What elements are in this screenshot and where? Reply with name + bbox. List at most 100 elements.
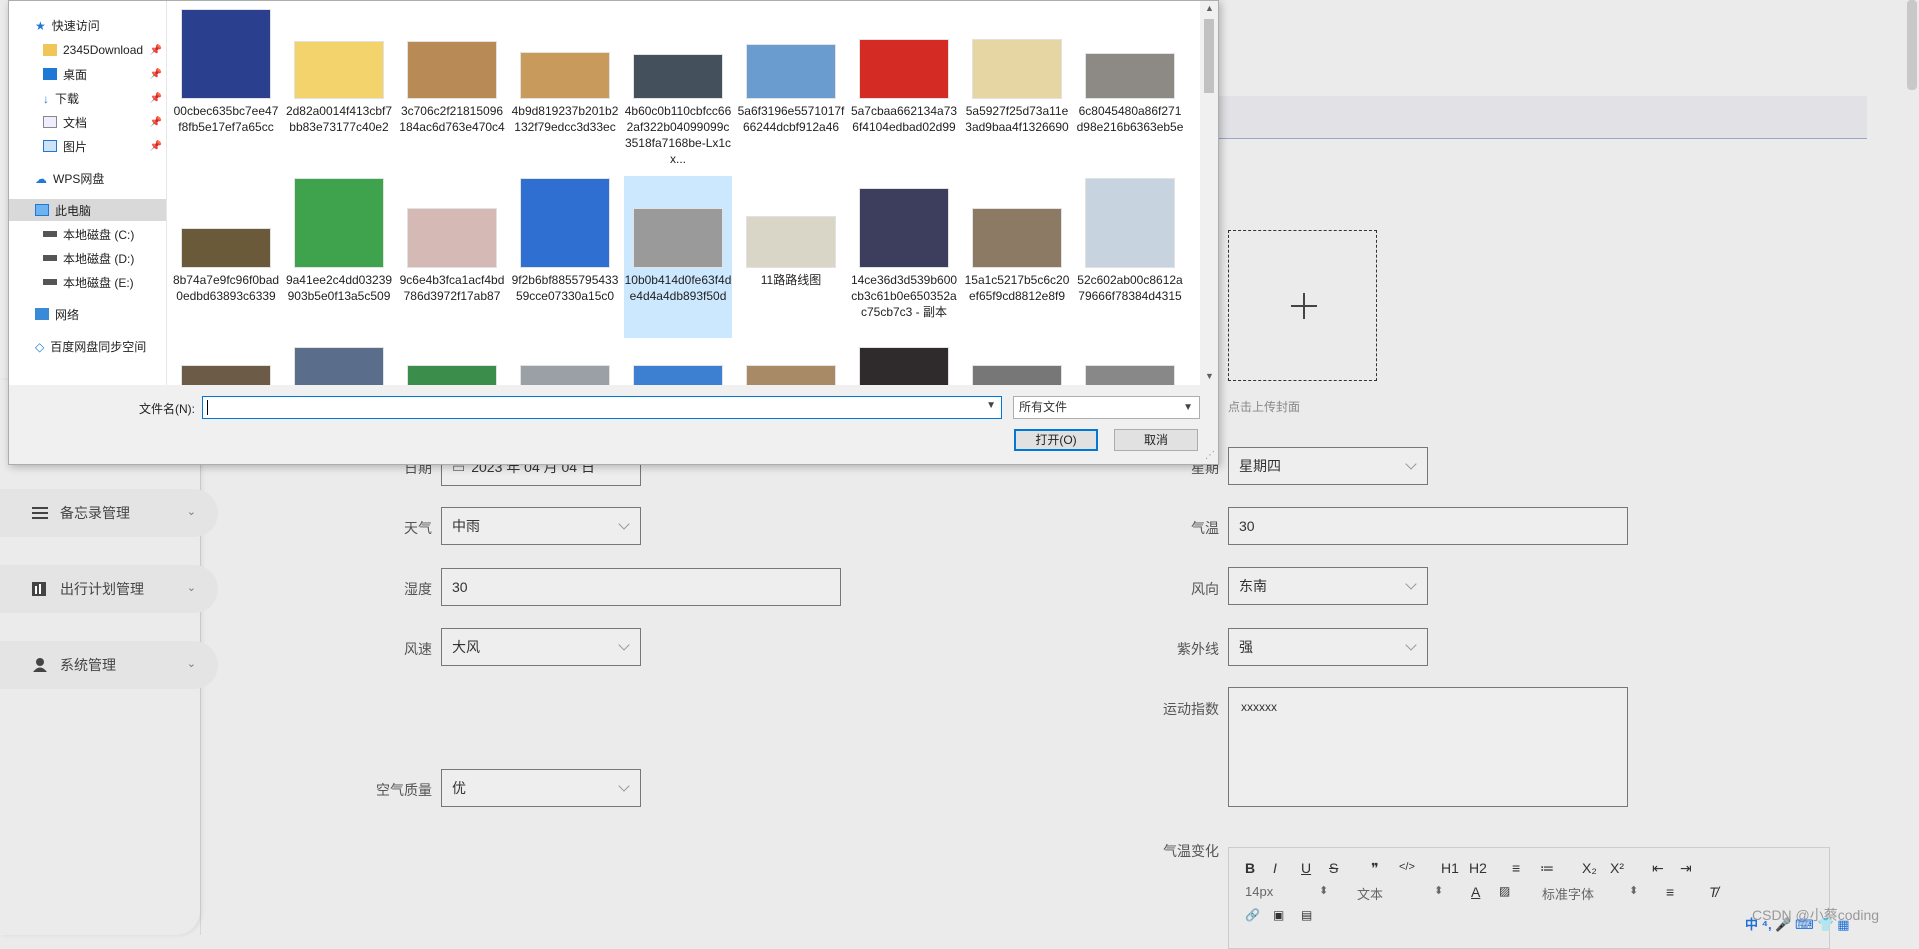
sidebar-item-system[interactable]: 系统管理 ⌄	[0, 641, 218, 689]
align-icon[interactable]: ≡	[1666, 884, 1674, 900]
quote-button[interactable]: ❞	[1371, 860, 1379, 877]
temperature-input[interactable]: 30	[1228, 507, 1628, 545]
nav-wps-cloud[interactable]: ☁ WPS网盘	[9, 167, 166, 189]
nav-disk-c[interactable]: 本地磁盘 (C:)	[9, 223, 166, 245]
italic-button[interactable]: I	[1273, 860, 1277, 876]
underline-button[interactable]: U	[1301, 860, 1311, 876]
cover-upload[interactable]	[1228, 230, 1377, 381]
file-thumbnail[interactable]	[859, 347, 949, 385]
scroll-down-icon[interactable]: ▼	[1205, 371, 1214, 381]
file-tile[interactable]: 8b74a7e9fc96f0bad0edbd63893c6339	[172, 176, 280, 338]
picture-icon	[43, 140, 57, 152]
subscript-button[interactable]: X₂	[1582, 860, 1597, 876]
file-thumbnail	[972, 208, 1062, 268]
file-tile[interactable]: 52c602ab00c8612a79666f78384d4315	[1076, 176, 1184, 338]
file-tile[interactable]: 9a41ee2c4dd03239903b5e0f13a5c509	[285, 176, 393, 338]
page-scrollbar[interactable]	[1907, 0, 1917, 90]
file-list-scrollbar[interactable]: ▲ ▼	[1201, 1, 1217, 385]
open-button[interactable]: 打开(O)	[1014, 429, 1098, 451]
chevron-down-icon[interactable]: ▼	[986, 400, 996, 411]
bold-button[interactable]: B	[1245, 860, 1255, 876]
link-icon[interactable]: 🔗	[1245, 908, 1260, 922]
wind-speed-select[interactable]: 大风	[441, 628, 641, 666]
temperature-value: 30	[1239, 518, 1255, 534]
h2-button[interactable]: H2	[1469, 860, 1487, 876]
nav-disk-e[interactable]: 本地磁盘 (E:)	[9, 271, 166, 293]
file-tile[interactable]: 14ce36d3d539b600cb3c61b0e650352ac75cb7c3…	[850, 176, 958, 338]
file-thumbnail[interactable]	[181, 365, 271, 385]
font-size-select[interactable]: 14px	[1245, 884, 1273, 899]
nav-2345download[interactable]: 2345Download 📌	[9, 39, 166, 61]
clear-format-icon[interactable]: T̸	[1709, 884, 1718, 900]
file-tile[interactable]: 6c8045480a86f271d98e216b6363eb5e	[1076, 7, 1184, 169]
nav-this-pc[interactable]: 此电脑	[9, 199, 166, 221]
rich-text-editor[interactable]: B I U S ❞ </> H1 H2 ≡ ≔ X₂ X² ⇤ ⇥ 14px ⬍…	[1228, 847, 1830, 949]
font-family-select[interactable]: 标准字体	[1542, 884, 1594, 903]
file-thumbnail	[294, 41, 384, 99]
wind-direction-select[interactable]: 东南	[1228, 567, 1428, 605]
scroll-up-icon[interactable]: ▲	[1205, 3, 1214, 13]
superscript-button[interactable]: X²	[1610, 860, 1624, 876]
file-tile[interactable]: 5a7cbaa662134a736f4104edbad02d99	[850, 7, 958, 169]
file-thumbnail[interactable]	[520, 365, 610, 385]
file-tile[interactable]: 4b9d819237b201b2132f79edcc3d33ec	[511, 7, 619, 169]
bullet-list-button[interactable]: ≔	[1540, 860, 1554, 877]
nav-network[interactable]: 网络	[9, 303, 166, 325]
sidebar-item-travel-plan[interactable]: 出行计划管理 ⌄	[0, 565, 218, 613]
computer-icon	[35, 204, 49, 216]
code-button[interactable]: </>	[1399, 861, 1415, 873]
nav-desktop[interactable]: 桌面 📌	[9, 63, 166, 85]
block-type-select[interactable]: 文本	[1357, 884, 1383, 903]
file-tile[interactable]: 3c706c2f21815096184ac6d763e470c4	[398, 7, 506, 169]
nav-documents[interactable]: 文档 📌	[9, 111, 166, 133]
file-thumbnail	[294, 178, 384, 268]
file-thumbnail[interactable]	[972, 365, 1062, 385]
humidity-input[interactable]: 30	[441, 568, 841, 606]
outdent-button[interactable]: ⇤	[1652, 860, 1664, 877]
weather-select[interactable]: 中雨	[441, 507, 641, 545]
nav-quick-access[interactable]: ★ 快速访问	[9, 14, 166, 36]
chevron-down-icon: ▼	[1183, 402, 1193, 413]
file-thumbnail[interactable]	[1085, 365, 1175, 385]
resize-grip-icon[interactable]: ⋰	[1205, 450, 1215, 461]
file-type-select[interactable]: 所有文件 ▼	[1013, 396, 1200, 419]
air-quality-select[interactable]: 优	[441, 769, 641, 807]
temp-change-label: 气温变化	[1163, 843, 1219, 859]
nav-downloads[interactable]: ↓ 下载 📌	[9, 87, 166, 109]
system-tray[interactable]: 中 ⁴, 🎤 ⌨ 👕 ▦	[1745, 914, 1850, 933]
file-name: 00cbec635bc7ee47f8fb5e17ef7a65cc	[173, 104, 279, 134]
nav-disk-d[interactable]: 本地磁盘 (D:)	[9, 247, 166, 269]
file-thumbnail[interactable]	[407, 365, 497, 385]
uv-select[interactable]: 强	[1228, 628, 1428, 666]
nav-baidu-sync[interactable]: ◇ 百度网盘同步空间	[9, 335, 166, 357]
file-tile[interactable]: 5a6f3196e5571017f66244dcbf912a46	[737, 7, 845, 169]
file-tile[interactable]: 9c6e4b3fca1acf4bd786d3972f17ab87	[398, 176, 506, 338]
video-icon[interactable]: ▤	[1301, 908, 1312, 922]
sport-index-textarea[interactable]: xxxxxx	[1228, 687, 1628, 807]
indent-button[interactable]: ⇥	[1680, 860, 1692, 877]
ordered-list-button[interactable]: ≡	[1512, 860, 1520, 876]
weekday-select[interactable]: 星期四	[1228, 447, 1428, 485]
cancel-button[interactable]: 取消	[1114, 429, 1198, 451]
file-tile[interactable]: 4b60c0b110cbfcc662af322b04099099c3518fa7…	[624, 7, 732, 169]
file-tile[interactable]: 11路路线图	[737, 176, 845, 338]
h1-button[interactable]: H1	[1441, 860, 1459, 876]
font-color-icon[interactable]: A	[1471, 884, 1480, 900]
file-thumbnail[interactable]	[746, 365, 836, 385]
file-tile[interactable]: 2d82a0014f413cbf7bb83e73177c40e2	[285, 7, 393, 169]
strike-button[interactable]: S	[1329, 860, 1338, 876]
nav-pictures[interactable]: 图片 📌	[9, 135, 166, 157]
file-tile[interactable]: 9f2b6bf885579543359cce07330a15c0	[511, 176, 619, 338]
file-thumbnail[interactable]	[633, 365, 723, 385]
file-tile[interactable]: 5a5927f25d73a11e3ad9baa4f1326690	[963, 7, 1071, 169]
image-icon[interactable]: ▣	[1273, 908, 1284, 922]
file-tile[interactable]: 10b0b414d0fe63f4de4d4a4db893f50d	[624, 176, 732, 338]
scroll-thumb[interactable]	[1204, 19, 1214, 93]
file-thumbnail[interactable]	[294, 347, 384, 385]
sidebar-item-memo[interactable]: 备忘录管理 ⌄	[0, 489, 218, 537]
highlight-icon[interactable]: ▨	[1499, 884, 1510, 898]
file-tile[interactable]: 15a1c5217b5c6c20ef65f9cd8812e8f9	[963, 176, 1071, 338]
disk-icon	[43, 255, 57, 261]
filename-input[interactable]: ▼	[202, 396, 1002, 419]
file-tile[interactable]: 00cbec635bc7ee47f8fb5e17ef7a65cc	[172, 7, 280, 169]
